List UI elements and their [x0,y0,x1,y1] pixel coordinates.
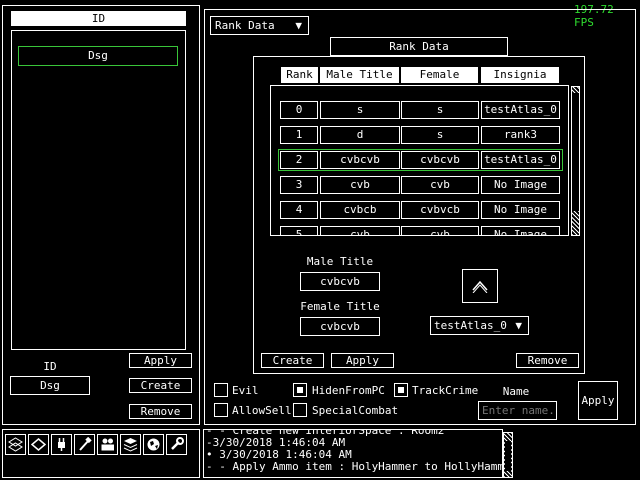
left-apply-button[interactable]: Apply [129,353,192,368]
chevron-up-icon [472,280,488,293]
plug-icon[interactable] [51,434,72,455]
chevron-down-icon: ▼ [515,319,522,332]
table-cell: cvb [320,176,400,194]
table-cell: No Image [481,226,560,235]
table-cell: 0 [280,101,318,119]
table-cell: 1 [280,126,318,144]
table-cell: 5 [280,226,318,235]
female-title-label: Female Title [300,300,380,313]
table-cell: 3 [280,176,318,194]
table-cell: No Image [481,201,560,219]
table-cell: testAtlas_0 [481,151,560,169]
table-cell: No Image [481,176,560,194]
globe-icon[interactable] [143,434,164,455]
table-cell: rank3 [481,126,560,144]
people-icon[interactable] [97,434,118,455]
table-cell: cvb [401,226,479,235]
table-cell: testAtlas_0 [481,101,560,119]
tab-select[interactable]: Rank Data ▼ [210,16,309,35]
cube-icon[interactable] [5,434,26,455]
rank-apply-button[interactable]: Apply [331,353,394,368]
table-cell: s [320,101,400,119]
left-create-button[interactable]: Create [129,378,192,393]
list-item[interactable]: Dsg [18,46,178,66]
hammer-icon[interactable] [74,434,95,455]
id-list-header: ID [11,11,186,26]
layers-icon[interactable] [120,434,141,455]
table-cell: cvbvcb [401,201,479,219]
left-remove-button[interactable]: Remove [129,404,192,419]
table-cell: d [320,126,400,144]
log-line: - - Apply Ammo item : HolyHammer to Holl… [206,460,503,473]
hidden-from-pc-label: HidenFromPC [312,384,385,397]
track-crime-checkbox[interactable] [394,383,408,397]
column-header-male-title: Male Title [320,67,399,83]
name-label: Name [502,385,530,398]
table-scrollbar[interactable] [571,86,580,236]
female-title-field[interactable]: cvbcvb [300,317,380,336]
table-cell: cvbcb [320,201,400,219]
special-combat-label: SpecialCombat [312,404,399,417]
table-cell: cvbcvb [401,151,479,169]
allow-sell-label: AllowSell [232,404,292,417]
insignia-select-value: testAtlas_0 [434,319,507,332]
scrollbar-track [572,93,579,211]
diamond-icon[interactable] [28,434,49,455]
id-label: ID [43,360,57,373]
male-title-label: Male Title [306,255,374,268]
track-crime-label: TrackCrime [412,384,479,397]
column-header-insignia: Insignia [481,67,559,83]
allow-sell-checkbox[interactable] [214,403,228,417]
insignia-preview-button[interactable] [462,269,498,303]
log-panel: - - Create new InteriorSpace : Room2 -3/3… [203,429,503,478]
log-scrollbar[interactable] [503,432,513,478]
id-field[interactable]: Dsg [10,376,90,395]
log-scrollbar-track [505,441,511,471]
special-combat-checkbox[interactable] [293,403,307,417]
table-cell: 4 [280,201,318,219]
id-list[interactable] [11,30,186,350]
evil-checkbox[interactable] [214,383,228,397]
section-title: Rank Data [330,37,508,56]
table-cell: 2 [280,151,318,169]
male-title-field[interactable]: cvbcvb [300,272,380,291]
toolbar [5,434,187,455]
table-cell: s [401,126,479,144]
name-input[interactable] [478,401,557,420]
evil-label: Evil [232,384,259,397]
table-cell: s [401,101,479,119]
hidden-from-pc-checkbox[interactable] [293,383,307,397]
table-cell: cvbcvb [320,151,400,169]
tab-select-value: Rank Data [215,19,275,32]
table-cell: cvb [320,226,400,235]
column-header-rank: Rank [281,67,318,83]
insignia-select[interactable]: testAtlas_0 ▼ [430,316,529,335]
table-cell: cvb [401,176,479,194]
chevron-down-icon: ▼ [295,19,302,32]
wrench-icon[interactable] [166,434,187,455]
apply-big-button[interactable]: Apply [578,381,618,420]
rank-create-button[interactable]: Create [261,353,324,368]
rank-table[interactable]: 0 s s testAtlas_0 1 d s rank3 2 cvbcvb cvbcvb testA… [270,85,569,236]
rank-remove-button[interactable]: Remove [516,353,579,368]
column-header-female-title: Female Title [401,67,478,97]
